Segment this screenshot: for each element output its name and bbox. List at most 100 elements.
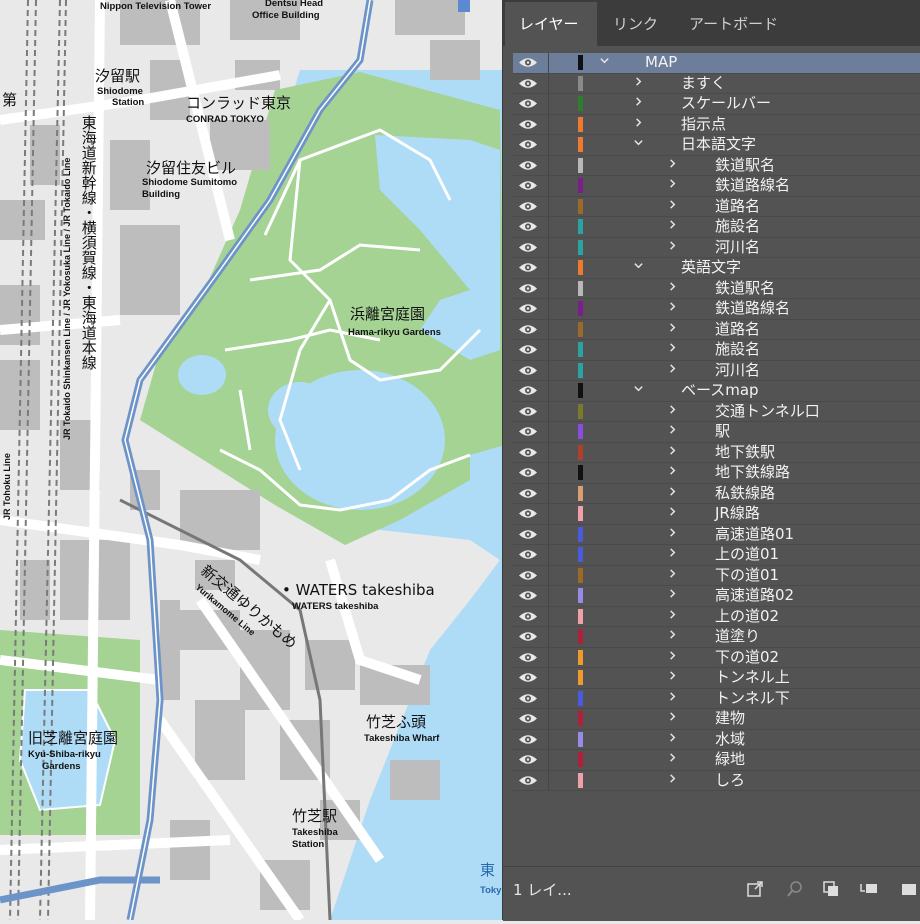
layer-row[interactable]: しろ (513, 770, 920, 791)
layer-row[interactable]: 鉄道駅名 (513, 155, 920, 176)
visibility-eye-icon[interactable] (518, 260, 538, 275)
new-layer-icon[interactable] (899, 879, 919, 899)
layer-row[interactable]: 道塗り (513, 627, 920, 648)
layer-row[interactable]: 鉄道路線名 (513, 176, 920, 197)
chevron-right-icon[interactable] (631, 115, 645, 134)
layer-row[interactable]: トンネル上 (513, 668, 920, 689)
chevron-right-icon[interactable] (665, 525, 679, 544)
layer-row[interactable]: 施設名 (513, 217, 920, 238)
chevron-right-icon[interactable] (665, 176, 679, 195)
lock-toggle-column[interactable] (548, 237, 549, 257)
chevron-right-icon[interactable] (665, 545, 679, 564)
layer-row[interactable]: MAP (513, 53, 920, 74)
visibility-eye-icon[interactable] (518, 650, 538, 665)
visibility-eye-icon[interactable] (518, 752, 538, 767)
chevron-right-icon[interactable] (665, 484, 679, 503)
visibility-eye-icon[interactable] (518, 588, 538, 603)
lock-toggle-column[interactable] (548, 94, 549, 114)
lock-toggle-column[interactable] (548, 483, 549, 503)
layer-row[interactable]: 私鉄線路 (513, 483, 920, 504)
lock-toggle-column[interactable] (548, 258, 549, 278)
chevron-right-icon[interactable] (665, 238, 679, 257)
layer-row[interactable]: 上の道02 (513, 606, 920, 627)
visibility-eye-icon[interactable] (518, 117, 538, 132)
layer-row[interactable]: 高速道路01 (513, 524, 920, 545)
tab-links[interactable]: リンク (599, 2, 673, 46)
layer-row[interactable]: 河川名 (513, 237, 920, 258)
visibility-eye-icon[interactable] (518, 301, 538, 316)
visibility-eye-icon[interactable] (518, 445, 538, 460)
layer-row[interactable]: ベースmap (513, 381, 920, 402)
layer-row[interactable]: 地下鉄線路 (513, 463, 920, 484)
chevron-right-icon[interactable] (665, 504, 679, 523)
chevron-right-icon[interactable] (665, 463, 679, 482)
lock-toggle-column[interactable] (548, 196, 549, 216)
visibility-eye-icon[interactable] (518, 96, 538, 111)
chevron-down-icon[interactable] (631, 135, 645, 154)
lock-toggle-column[interactable] (548, 422, 549, 442)
layer-row[interactable]: 下の道01 (513, 565, 920, 586)
layer-row[interactable]: JR線路 (513, 504, 920, 525)
visibility-eye-icon[interactable] (518, 670, 538, 685)
lock-toggle-column[interactable] (548, 729, 549, 749)
layer-row[interactable]: 施設名 (513, 340, 920, 361)
visibility-eye-icon[interactable] (518, 486, 538, 501)
clipping-mask-icon[interactable] (821, 879, 841, 899)
layer-row[interactable]: 鉄道駅名 (513, 278, 920, 299)
lock-toggle-column[interactable] (548, 463, 549, 483)
lock-toggle-column[interactable] (548, 114, 549, 134)
visibility-eye-icon[interactable] (518, 609, 538, 624)
chevron-right-icon[interactable] (665, 340, 679, 359)
layer-row[interactable]: 道路名 (513, 319, 920, 340)
layer-row[interactable]: 道路名 (513, 196, 920, 217)
lock-toggle-column[interactable] (548, 155, 549, 175)
lock-toggle-column[interactable] (548, 401, 549, 421)
lock-toggle-column[interactable] (548, 217, 549, 237)
lock-toggle-column[interactable] (548, 360, 549, 380)
chevron-right-icon[interactable] (665, 422, 679, 441)
chevron-right-icon[interactable] (665, 197, 679, 216)
visibility-eye-icon[interactable] (518, 773, 538, 788)
lock-toggle-column[interactable] (548, 340, 549, 360)
chevron-right-icon[interactable] (665, 361, 679, 380)
lock-toggle-column[interactable] (548, 565, 549, 585)
layer-row[interactable]: 指示点 (513, 114, 920, 135)
chevron-right-icon[interactable] (665, 648, 679, 667)
chevron-right-icon[interactable] (665, 627, 679, 646)
chevron-right-icon[interactable] (665, 709, 679, 728)
lock-toggle-column[interactable] (548, 545, 549, 565)
lock-toggle-column[interactable] (548, 73, 549, 93)
chevron-down-icon[interactable] (597, 53, 611, 72)
visibility-eye-icon[interactable] (518, 137, 538, 152)
chevron-right-icon[interactable] (665, 279, 679, 298)
chevron-right-icon[interactable] (631, 74, 645, 93)
chevron-right-icon[interactable] (665, 443, 679, 462)
visibility-eye-icon[interactable] (518, 322, 538, 337)
layer-row[interactable]: 駅 (513, 422, 920, 443)
visibility-eye-icon[interactable] (518, 629, 538, 644)
visibility-eye-icon[interactable] (518, 158, 538, 173)
layer-row[interactable]: 建物 (513, 709, 920, 730)
visibility-eye-icon[interactable] (518, 219, 538, 234)
layer-row[interactable]: 日本語文字 (513, 135, 920, 156)
lock-toggle-column[interactable] (548, 278, 549, 298)
layer-row[interactable]: 水域 (513, 729, 920, 750)
lock-toggle-column[interactable] (548, 381, 549, 401)
layer-row[interactable]: ますく (513, 73, 920, 94)
visibility-eye-icon[interactable] (518, 424, 538, 439)
chevron-down-icon[interactable] (631, 381, 645, 400)
chevron-right-icon[interactable] (665, 750, 679, 769)
tab-layers[interactable]: レイヤー (505, 2, 597, 46)
lock-toggle-column[interactable] (548, 668, 549, 688)
search-icon[interactable] (785, 879, 805, 899)
layer-row[interactable]: 交通トンネル口 (513, 401, 920, 422)
lock-toggle-column[interactable] (548, 627, 549, 647)
chevron-right-icon[interactable] (665, 668, 679, 687)
visibility-eye-icon[interactable] (518, 506, 538, 521)
lock-toggle-column[interactable] (548, 319, 549, 339)
layer-row[interactable]: 緑地 (513, 750, 920, 771)
visibility-eye-icon[interactable] (518, 691, 538, 706)
layer-row[interactable]: 下の道02 (513, 647, 920, 668)
chevron-right-icon[interactable] (665, 402, 679, 421)
chevron-right-icon[interactable] (665, 566, 679, 585)
